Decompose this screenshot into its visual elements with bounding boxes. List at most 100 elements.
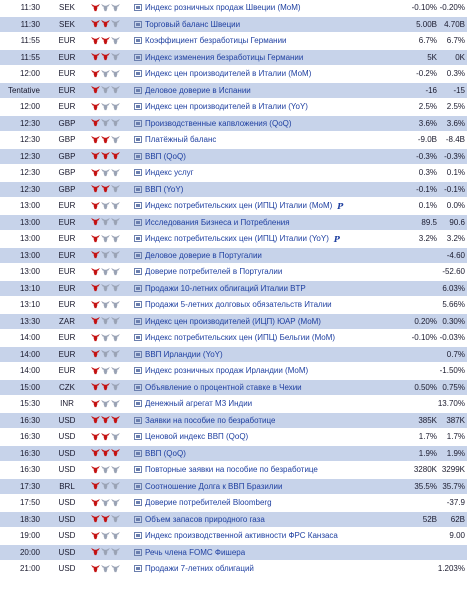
document-icon[interactable]	[134, 301, 142, 309]
event-cell[interactable]: Деловое доверие в Испании	[134, 86, 351, 95]
table-row[interactable]: 12:30 GBP Производственные капвложения (Qo…	[0, 115, 467, 132]
event-cell[interactable]: Индекс розничных продаж Швеции (MoM)	[134, 3, 351, 12]
event-name[interactable]: Индекс розничных продаж Швеции (MoM)	[145, 3, 301, 12]
document-icon[interactable]	[134, 350, 142, 358]
event-cell[interactable]: Исследования Бизнеса и Потребления	[134, 218, 351, 227]
event-name[interactable]: Производственные капвложения (QoQ)	[145, 119, 292, 128]
document-icon[interactable]	[134, 416, 142, 424]
event-cell[interactable]: Объем запасов природного газа	[134, 515, 351, 524]
document-icon[interactable]	[134, 499, 142, 507]
event-name[interactable]: Индекс цен производителей в Италии (YoY)	[145, 102, 308, 111]
document-icon[interactable]	[134, 268, 142, 276]
event-name[interactable]: Индекс изменения безработицы Германии	[145, 53, 303, 62]
table-row[interactable]: 19:00 USD Индекс производственной активнос…	[0, 528, 467, 545]
event-cell[interactable]: Производственные капвложения (QoQ)	[134, 119, 351, 128]
event-name[interactable]: Продажи 7-летних облигаций	[145, 564, 254, 573]
table-row[interactable]: 16:30 USD Заявки на пособие по безработице…	[0, 412, 467, 429]
event-cell[interactable]: Индекс производственной активности ФРС К…	[134, 531, 351, 540]
event-name[interactable]: Объем запасов природного газа	[145, 515, 265, 524]
event-cell[interactable]: Доверие потребителей Bloomberg	[134, 498, 351, 507]
event-cell[interactable]: Индекс цен производителей (ИЦП) ЮАР (MoM…	[134, 317, 351, 326]
table-row[interactable]: 13:00 EUR Индекс потребительских цен (ИПЦ)…	[0, 198, 467, 215]
event-name[interactable]: Доверие потребителей Bloomberg	[145, 498, 272, 507]
event-name[interactable]: Индекс потребительских цен (ИПЦ) Италии …	[145, 201, 332, 210]
event-cell[interactable]: Индекс услуг	[134, 168, 351, 177]
event-name[interactable]: Индекс потребительских цен (ИПЦ) Бельгии…	[145, 333, 335, 342]
event-name[interactable]: Продажи 5-летних долговых обязательств И…	[145, 300, 332, 309]
event-name[interactable]: Индекс потребительских цен (ИПЦ) Италии …	[145, 234, 329, 243]
table-row[interactable]: 13:00 EUR Индекс потребительских цен (ИПЦ)…	[0, 231, 467, 248]
event-cell[interactable]: Доверие потребителей в Португалии	[134, 267, 351, 276]
table-row[interactable]: 16:30 USD Повторные заявки на пособие по б…	[0, 462, 467, 479]
table-row[interactable]: 16:30 USD Ценовой индекс ВВП (QoQ) 1.7% 1.7%	[0, 429, 467, 446]
event-name[interactable]: Продажи 10-летних облигаций Италии BTP	[145, 284, 306, 293]
event-cell[interactable]: Ценовой индекс ВВП (QoQ)	[134, 432, 351, 441]
event-name[interactable]: Коэффициент безработицы Германии	[145, 36, 287, 45]
event-cell[interactable]: Денежный агрегат М3 Индии	[134, 399, 351, 408]
table-row[interactable]: 14:00 EUR Индекс розничных продаж Ирландии…	[0, 363, 467, 380]
document-icon[interactable]	[134, 185, 142, 193]
document-icon[interactable]	[134, 53, 142, 61]
event-name[interactable]: Речь члена FOMC Фишера	[145, 548, 245, 557]
event-name[interactable]: Индекс услуг	[145, 168, 194, 177]
event-name[interactable]: Индекс производственной активности ФРС К…	[145, 531, 338, 540]
table-row[interactable]: 12:30 GBP Индекс услуг 0.3% 0.1%	[0, 165, 467, 182]
event-cell[interactable]: Индекс потребительских цен (ИПЦ) Италии …	[134, 201, 351, 211]
event-name[interactable]: Индекс розничных продаж Ирландии (MoM)	[145, 366, 308, 375]
document-icon[interactable]	[134, 4, 142, 12]
document-icon[interactable]	[134, 169, 142, 177]
table-row[interactable]: 13:10 EUR Продажи 10-летних облигаций Итал…	[0, 280, 467, 297]
event-cell[interactable]: Индекс изменения безработицы Германии	[134, 53, 351, 62]
table-row[interactable]: 12:30 GBP Платёжный баланс -9.0B -8.4B	[0, 132, 467, 149]
document-icon[interactable]	[134, 86, 142, 94]
table-row[interactable]: 16:30 USD ВВП (QoQ) 1.9% 1.9%	[0, 445, 467, 462]
event-cell[interactable]: ВВП (YoY)	[134, 185, 351, 194]
event-cell[interactable]: ВВП Ирландии (YoY)	[134, 350, 351, 359]
table-row[interactable]: 17:30 BRL Соотношение Долга к ВВП Бразилии…	[0, 478, 467, 495]
table-row[interactable]: 18:30 USD Объем запасов природного газа 52B…	[0, 511, 467, 528]
document-icon[interactable]	[134, 20, 142, 28]
event-cell[interactable]: ВВП (QoQ)	[134, 449, 351, 458]
document-icon[interactable]	[134, 532, 142, 540]
event-cell[interactable]: ВВП (QoQ)	[134, 152, 351, 161]
event-name[interactable]: Платёжный баланс	[145, 135, 216, 144]
document-icon[interactable]	[134, 400, 142, 408]
event-cell[interactable]: Продажи 10-летних облигаций Италии BTP	[134, 284, 351, 293]
document-icon[interactable]	[134, 152, 142, 160]
table-row[interactable]: 13:00 EUR Доверие потребителей в Португали…	[0, 264, 467, 281]
event-name[interactable]: Деловое доверие в Испании	[145, 86, 251, 95]
document-icon[interactable]	[134, 136, 142, 144]
table-row[interactable]: 13:00 EUR Деловое доверие в Португалии -4.6…	[0, 247, 467, 264]
table-row[interactable]: 14:00 EUR ВВП Ирландии (YoY) 0.7%	[0, 346, 467, 363]
document-icon[interactable]	[134, 284, 142, 292]
table-row[interactable]: 15:00 CZK Объявление о процентной ставке в…	[0, 379, 467, 396]
event-cell[interactable]: Речь члена FOMC Фишера	[134, 548, 351, 557]
event-name[interactable]: ВВП Ирландии (YoY)	[145, 350, 223, 359]
event-cell[interactable]: Индекс цен производителей в Италии (MoM)	[134, 69, 351, 78]
event-cell[interactable]: Индекс розничных продаж Ирландии (MoM)	[134, 366, 351, 375]
event-cell[interactable]: Продажи 7-летних облигаций	[134, 564, 351, 573]
document-icon[interactable]	[134, 433, 142, 441]
event-name[interactable]: Объявление о процентной ставке в Чехии	[145, 383, 302, 392]
table-row[interactable]: 20:00 USD Речь члена FOMC Фишера	[0, 544, 467, 561]
document-icon[interactable]	[134, 37, 142, 45]
document-icon[interactable]	[134, 383, 142, 391]
table-row[interactable]: 11:55 EUR Коэффициент безработицы Германии…	[0, 33, 467, 50]
event-cell[interactable]: Объявление о процентной ставке в Чехии	[134, 383, 351, 392]
document-icon[interactable]	[134, 515, 142, 523]
event-cell[interactable]: Соотношение Долга к ВВП Бразилии	[134, 482, 351, 491]
event-name[interactable]: Денежный агрегат М3 Индии	[145, 399, 252, 408]
document-icon[interactable]	[134, 119, 142, 127]
table-row[interactable]: Tentative EUR Деловое доверие в Испании -16…	[0, 82, 467, 99]
event-name[interactable]: Доверие потребителей в Португалии	[145, 267, 282, 276]
table-row[interactable]: 13:10 EUR Продажи 5-летних долговых обязат…	[0, 297, 467, 314]
event-name[interactable]: Индекс цен производителей (ИЦП) ЮАР (MoM…	[145, 317, 321, 326]
table-row[interactable]: 15:30 INR Денежный агрегат М3 Индии 13.70%	[0, 396, 467, 413]
document-icon[interactable]	[134, 317, 142, 325]
event-name[interactable]: Ценовой индекс ВВП (QoQ)	[145, 432, 248, 441]
table-row[interactable]: 17:50 USD Доверие потребителей Bloomberg -3…	[0, 495, 467, 512]
event-name[interactable]: Исследования Бизнеса и Потребления	[145, 218, 290, 227]
table-row[interactable]: 12:00 EUR Индекс цен производителей в Итал…	[0, 99, 467, 116]
table-row[interactable]: 11:30 SEK Индекс розничных продаж Швеции (…	[0, 0, 467, 17]
event-cell[interactable]: Повторные заявки на пособие по безработи…	[134, 465, 351, 474]
